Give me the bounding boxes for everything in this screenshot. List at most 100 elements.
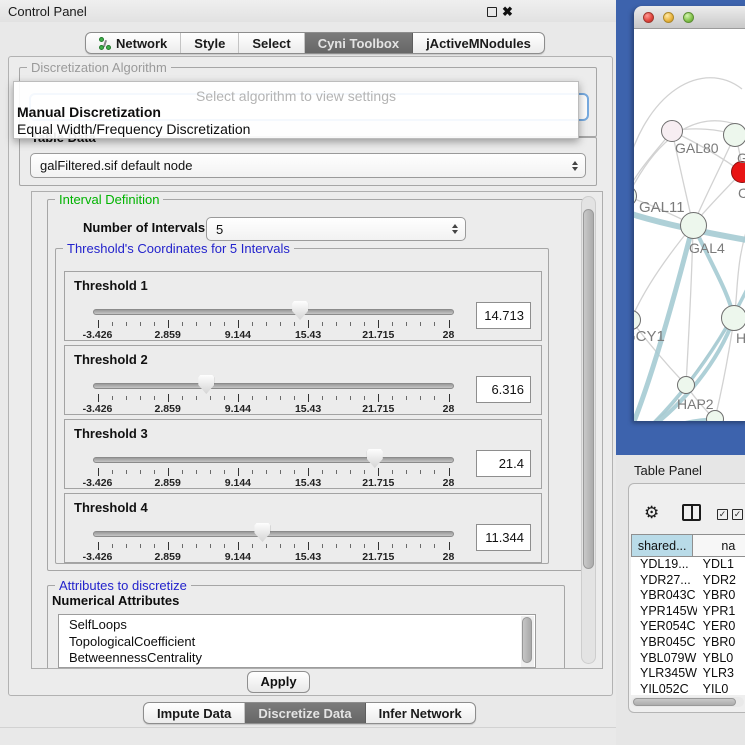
tab-style[interactable]: Style [181, 33, 239, 53]
tab-network[interactable]: Network [86, 33, 181, 53]
table-cell[interactable]: YER054C [631, 619, 697, 635]
table-cell[interactable]: YBR045C [631, 635, 697, 651]
algorithm-popup: Select algorithm to view settings Manual… [13, 81, 579, 139]
table-row[interactable]: YBL079WYBL0 [631, 651, 745, 667]
column-header-name[interactable]: na [693, 534, 745, 557]
algorithm-option-equal-width[interactable]: Equal Width/Frequency Discretization [17, 121, 250, 137]
table-cell[interactable]: YBR0 [697, 635, 745, 651]
slider-tick-label: 9.144 [225, 403, 251, 415]
table-row[interactable]: YDL19...YDL1 [631, 557, 745, 573]
slider-tick [434, 396, 435, 400]
threshold-2-slider-thumb[interactable] [198, 375, 214, 394]
table-cell[interactable]: YIL052C [631, 682, 697, 695]
mac-close-icon[interactable] [643, 12, 654, 23]
slider-tick-label: 15.43 [295, 403, 321, 415]
slider-tick [308, 394, 309, 402]
slider-tick-label: 2.859 [155, 477, 181, 489]
threshold-value-box[interactable]: 6.316 [476, 376, 531, 403]
tab-discretize-data[interactable]: Discretize Data [245, 703, 365, 723]
column-layout-icon[interactable] [682, 504, 701, 521]
column-header-shared-name[interactable]: shared... [631, 534, 693, 557]
threshold-value-box[interactable]: 21.4 [476, 450, 531, 477]
slider-tick [294, 396, 295, 400]
table-cell[interactable]: YLR3 [697, 666, 745, 682]
table-cell[interactable]: YER0 [697, 619, 745, 635]
tab-cyni-toolbox[interactable]: Cyni Toolbox [305, 33, 413, 53]
slider-tick [182, 544, 183, 548]
table-row[interactable]: YBR045CYBR0 [631, 635, 745, 651]
network-node[interactable] [723, 123, 745, 147]
tab-impute-data[interactable]: Impute Data [144, 703, 245, 723]
table-data-combobox[interactable]: galFiltered.sif default node [30, 153, 586, 178]
deselect-all-checkbox-icon[interactable]: ✓ [732, 509, 743, 520]
slider-tick [252, 470, 253, 474]
table-cell[interactable]: YDL1 [697, 557, 745, 573]
slider-tick [168, 542, 169, 550]
threshold-value-box[interactable]: 14.713 [476, 302, 531, 329]
slider-tick [266, 322, 267, 326]
threshold-4-slider-track[interactable] [93, 531, 454, 537]
apply-button[interactable]: Apply [247, 671, 310, 693]
table-row[interactable]: YLR345WYLR3 [631, 666, 745, 682]
interval-definition-group: Interval Definition Number of Intervals … [47, 199, 585, 571]
gear-icon[interactable]: ⚙ [644, 503, 659, 523]
network-node[interactable] [721, 305, 745, 331]
table-row[interactable]: YDR27...YDR2 [631, 573, 745, 589]
table-panel-title: Table Panel [634, 463, 702, 478]
algorithm-option-manual[interactable]: Manual Discretization [17, 104, 161, 120]
attributes-list-scrollbar[interactable] [521, 616, 534, 667]
threshold-2-slider-track[interactable] [93, 383, 454, 389]
close-icon[interactable]: ✖ [502, 4, 513, 20]
threshold-1-slider-track[interactable] [93, 309, 454, 315]
threshold-3-slider-thumb[interactable] [367, 449, 383, 468]
table-horizontal-scrollbar[interactable] [631, 697, 744, 707]
table-cell[interactable]: YDR27... [631, 573, 697, 589]
threshold-3-slider-track[interactable] [93, 457, 454, 463]
table-cell[interactable]: YPR1 [697, 604, 745, 620]
network-node[interactable] [661, 120, 683, 142]
table-cell[interactable]: YPR145W [631, 604, 697, 620]
table-cell[interactable]: YIL0 [697, 682, 745, 695]
table-cell[interactable]: YBR0 [697, 588, 745, 604]
settings-scrollpane: Interval Definition Number of Intervals … [31, 191, 603, 669]
table-cell[interactable]: YBL079W [631, 651, 697, 667]
float-window-icon[interactable] [487, 7, 497, 17]
table-cell[interactable]: YBR043C [631, 588, 697, 604]
settings-vertical-scrollbar[interactable] [581, 196, 596, 664]
table-row[interactable]: YBR043CYBR0 [631, 588, 745, 604]
tab-infer-network[interactable]: Infer Network [366, 703, 475, 723]
slider-tick [126, 396, 127, 400]
table-row[interactable]: YPR145WYPR1 [631, 604, 745, 620]
threshold-value-box[interactable]: 11.344 [476, 524, 531, 551]
network-node-label: GAL11 [639, 199, 685, 216]
network-canvas[interactable]: GAL80 GA C GAL11 GAL4 GCY1 H HAP2 [634, 29, 745, 421]
slider-tick-label: 21.715 [362, 477, 394, 489]
table-cell[interactable]: YLR345W [631, 666, 697, 682]
select-all-checkbox-icon[interactable]: ✓ [717, 509, 728, 520]
numerical-attributes-label: Numerical Attributes [52, 593, 179, 608]
table-cell[interactable]: YDR2 [697, 573, 745, 589]
threshold-4-slider-thumb[interactable] [254, 523, 270, 542]
attribute-list-item[interactable]: BetweennessCentrality [69, 650, 535, 667]
network-node[interactable] [680, 212, 707, 239]
table-row[interactable]: YER054CYER0 [631, 619, 745, 635]
mac-zoom-icon[interactable] [683, 12, 694, 23]
table-cell[interactable]: YBL0 [697, 651, 745, 667]
slider-tick [350, 544, 351, 548]
number-of-intervals-combobox[interactable]: 5 [206, 217, 466, 241]
attribute-list-item[interactable]: SelfLoops [69, 617, 535, 634]
combobox-stepper-icon [452, 224, 458, 234]
slider-tick [224, 396, 225, 400]
threshold-label: Threshold 3 [74, 426, 148, 441]
slider-tick [280, 544, 281, 548]
table-cell[interactable]: YDL19... [631, 557, 697, 573]
tab-select[interactable]: Select [239, 33, 304, 53]
network-node[interactable] [677, 376, 695, 394]
tab-jactivemnodules[interactable]: jActiveMNodules [413, 33, 544, 53]
tab-discretize-data-label: Discretize Data [258, 706, 351, 721]
threshold-label: Threshold 4 [74, 500, 148, 515]
attribute-list-item[interactable]: TopologicalCoefficient [69, 634, 535, 651]
threshold-1-slider-thumb[interactable] [292, 301, 308, 320]
table-row[interactable]: YIL052CYIL0 [631, 682, 745, 695]
mac-minimize-icon[interactable] [663, 12, 674, 23]
